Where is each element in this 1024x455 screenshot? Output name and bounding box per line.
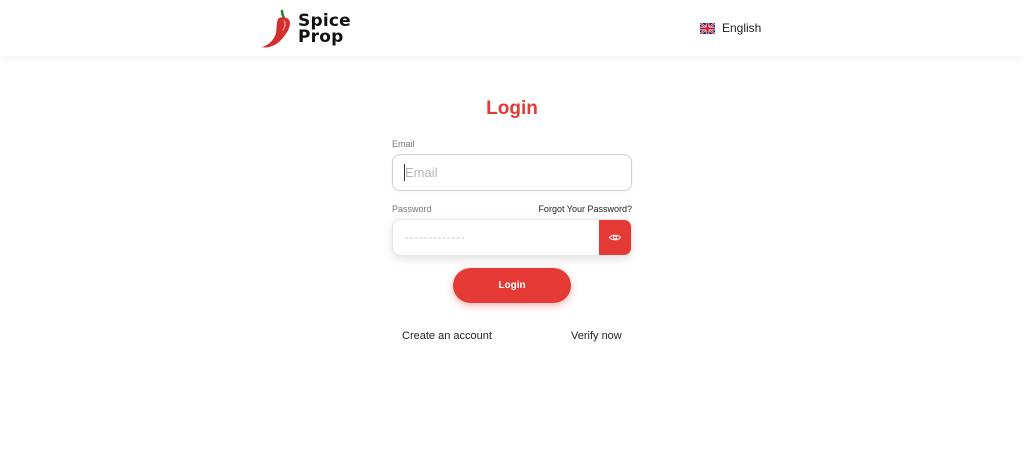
language-selector[interactable]: English bbox=[700, 20, 761, 36]
toggle-password-visibility-button[interactable] bbox=[599, 220, 631, 255]
password-label: Password bbox=[392, 204, 432, 214]
language-label: English bbox=[722, 21, 762, 35]
logo-line-2: Prop bbox=[298, 27, 344, 47]
email-label: Email bbox=[392, 139, 415, 149]
uk-flag-icon bbox=[700, 22, 715, 34]
create-account-link[interactable]: Create an account bbox=[402, 330, 492, 342]
password-field bbox=[392, 219, 632, 256]
login-title: Login bbox=[486, 98, 538, 119]
chili-pepper-icon bbox=[260, 8, 294, 50]
top-header: Spice Prop English bbox=[0, 0, 1024, 56]
logo-text: Spice Prop bbox=[298, 13, 351, 47]
email-input[interactable] bbox=[392, 154, 632, 191]
eye-icon bbox=[608, 229, 622, 247]
verify-now-link[interactable]: Verify now bbox=[571, 330, 622, 342]
text-caret bbox=[404, 164, 405, 181]
password-input[interactable] bbox=[393, 220, 601, 255]
login-button[interactable]: Login bbox=[453, 268, 571, 303]
forgot-password-link[interactable]: Forgot Your Password? bbox=[538, 204, 632, 214]
spiceprop-logo[interactable]: Spice Prop bbox=[260, 8, 351, 50]
